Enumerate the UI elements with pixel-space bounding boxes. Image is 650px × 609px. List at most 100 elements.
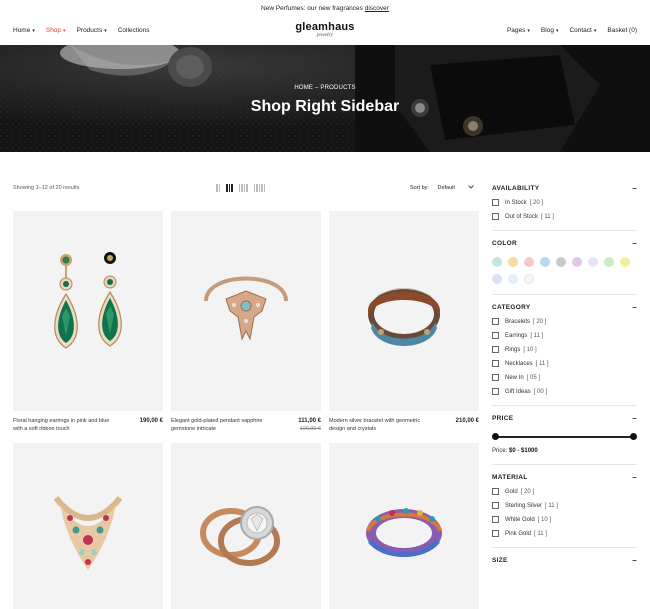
nav-item-label: Blog: [540, 27, 554, 34]
collapse-icon[interactable]: –: [632, 184, 637, 192]
chevron-down-icon: ▾: [527, 28, 530, 34]
layout-4-columns-icon[interactable]: [238, 184, 248, 192]
checkbox[interactable]: [492, 388, 499, 395]
filter-option[interactable]: Pink Gold[ 11 ]: [492, 530, 637, 537]
product-card[interactable]: [13, 443, 163, 609]
price-range-value: $0 - $1000: [509, 448, 538, 454]
collapse-icon[interactable]: –: [632, 303, 637, 311]
color-swatch[interactable]: [540, 257, 550, 267]
nav-item-pages[interactable]: Pages ▾: [507, 27, 530, 34]
layout-2-columns-icon[interactable]: [216, 184, 220, 192]
checkbox[interactable]: [492, 213, 499, 220]
filter-option[interactable]: White Gold[ 10 ]: [492, 516, 637, 523]
product-image[interactable]: [329, 443, 479, 609]
filter-availability-header[interactable]: AVAILABILITY –: [492, 184, 637, 192]
filter-option[interactable]: Gold[ 20 ]: [492, 488, 637, 495]
filter-option-label: Earrings: [505, 332, 528, 339]
layout-5-columns-icon[interactable]: [253, 184, 265, 192]
color-swatch[interactable]: [604, 257, 614, 267]
product-name[interactable]: Modern silver bracelet with geometric de…: [329, 418, 429, 433]
filter-option[interactable]: Necklaces[ 11 ]: [492, 360, 637, 367]
filter-option-count: [ 11 ]: [535, 360, 549, 367]
price-range-slider[interactable]: [492, 430, 637, 444]
filter-color-header[interactable]: COLOR –: [492, 239, 637, 247]
filter-option[interactable]: Rings[ 10 ]: [492, 346, 637, 353]
filter-material-header[interactable]: MATERIAL –: [492, 473, 637, 481]
filter-option[interactable]: Earrings[ 11 ]: [492, 332, 637, 339]
filter-option[interactable]: Gift Ideas[ 00 ]: [492, 388, 637, 395]
product-card[interactable]: Floral hanging earrings in pink and blue…: [13, 211, 163, 438]
layout-3-columns-icon[interactable]: [226, 184, 233, 192]
collapse-icon[interactable]: –: [632, 239, 637, 247]
product-card[interactable]: [329, 443, 479, 609]
chevron-down-icon: ▾: [555, 28, 559, 34]
slider-track: [495, 436, 634, 438]
product-image[interactable]: [171, 443, 321, 609]
breadcrumb[interactable]: HOME – PRODUCTS: [0, 85, 650, 91]
checkbox[interactable]: [492, 530, 499, 537]
color-swatch[interactable]: [556, 257, 566, 267]
product-name[interactable]: Floral hanging earrings in pink and blue…: [13, 418, 113, 433]
filter-sidebar: AVAILABILITY – In Stock[ 20 ] Out of Sto…: [492, 176, 637, 574]
announcement-link[interactable]: discover: [365, 5, 389, 12]
filter-material: MATERIAL – Gold[ 20 ] Sterling Silver[ 1…: [492, 465, 637, 548]
chevron-down-icon: ▾: [593, 28, 597, 34]
product-image[interactable]: [13, 443, 163, 609]
filter-category: CATEGORY – Bracelets[ 20 ] Earrings[ 11 …: [492, 295, 637, 406]
collapse-icon[interactable]: –: [632, 556, 637, 564]
checkbox[interactable]: [492, 199, 499, 206]
color-swatch[interactable]: [524, 257, 534, 267]
color-swatch[interactable]: [524, 274, 534, 284]
checkbox[interactable]: [492, 332, 499, 339]
filter-option[interactable]: New In[ 05 ]: [492, 374, 637, 381]
color-swatch[interactable]: [572, 257, 582, 267]
filter-price-header[interactable]: PRICE –: [492, 414, 637, 422]
nav-item-label: Contact: [569, 27, 592, 34]
filter-size-header[interactable]: SIZE –: [492, 556, 637, 564]
collapse-icon[interactable]: –: [632, 414, 637, 422]
filter-color: COLOR –: [492, 231, 637, 295]
color-swatch[interactable]: [508, 274, 518, 284]
nav-item-contact[interactable]: Contact ▾: [569, 27, 596, 34]
color-swatch[interactable]: [588, 257, 598, 267]
product-card[interactable]: [171, 443, 321, 609]
checkbox[interactable]: [492, 488, 499, 495]
product-name[interactable]: Elegant gold-plated pendant sapphire gem…: [171, 418, 271, 433]
filter-option[interactable]: Out of Stock[ 11 ]: [492, 213, 637, 220]
nav-item-blog[interactable]: Blog ▾: [541, 27, 559, 34]
filter-option-count: [ 10 ]: [523, 346, 537, 353]
product-image[interactable]: [13, 211, 163, 411]
filter-option-label: Out of Stock: [505, 213, 539, 220]
sort-select[interactable]: Sort by: Default: [410, 185, 475, 191]
filter-option[interactable]: In Stock[ 20 ]: [492, 199, 637, 206]
nav-item-basket[interactable]: Basket (0): [607, 27, 637, 34]
filter-option-label: Pink Gold: [505, 530, 532, 537]
color-swatch[interactable]: [508, 257, 518, 267]
filter-option[interactable]: Sterling Silver[ 11 ]: [492, 502, 637, 509]
color-swatch[interactable]: [492, 274, 502, 284]
checkbox[interactable]: [492, 318, 499, 325]
filter-option-label: Sterling Silver: [505, 502, 543, 509]
filter-option[interactable]: Bracelets[ 20 ]: [492, 318, 637, 325]
slider-min-handle[interactable]: [492, 433, 499, 440]
bracelet-image: [368, 288, 440, 346]
checkbox[interactable]: [492, 516, 499, 523]
filter-title: AVAILABILITY: [492, 185, 540, 192]
product-card[interactable]: Elegant gold-plated pendant sapphire gem…: [171, 211, 321, 438]
color-swatch[interactable]: [492, 257, 502, 267]
filter-option-label: Rings: [505, 346, 521, 353]
checkbox[interactable]: [492, 360, 499, 367]
filter-category-header[interactable]: CATEGORY –: [492, 303, 637, 311]
checkbox[interactable]: [492, 502, 499, 509]
page-title: Shop Right Sidebar: [250, 98, 400, 115]
product-card[interactable]: Modern silver bracelet with geometric de…: [329, 211, 479, 438]
checkbox[interactable]: [492, 374, 499, 381]
collapse-icon[interactable]: –: [632, 473, 637, 481]
product-info: Modern silver bracelet with geometric de…: [329, 418, 479, 438]
filter-option-count: [ 20 ]: [533, 318, 547, 325]
slider-max-handle[interactable]: [630, 433, 637, 440]
product-image[interactable]: [329, 211, 479, 411]
checkbox[interactable]: [492, 346, 499, 353]
color-swatch[interactable]: [620, 257, 630, 267]
product-image[interactable]: [171, 211, 321, 411]
